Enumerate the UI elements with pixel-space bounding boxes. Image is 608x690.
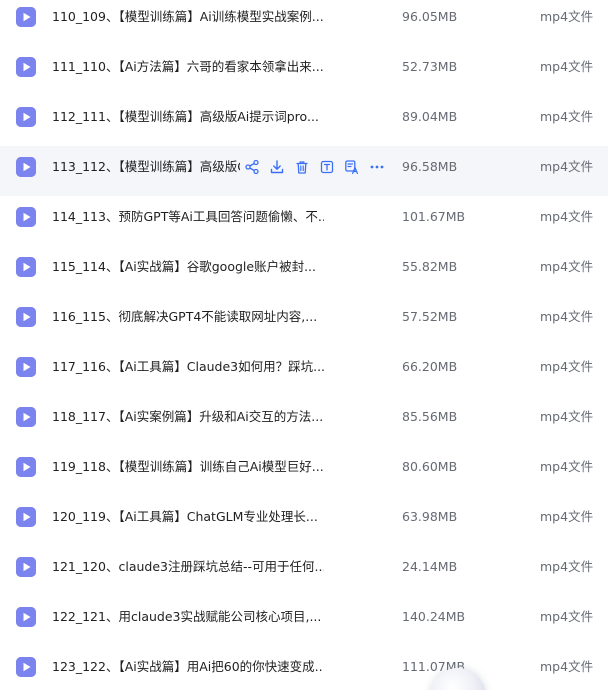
- video-file-icon: [16, 457, 36, 477]
- video-file-icon: [16, 357, 36, 377]
- file-type: mp4文件: [540, 559, 594, 574]
- file-list: 110_109、【模型训练篇】Ai训练模型实战案例... 96.05MB mp4文件…: [0, 0, 608, 690]
- video-file-icon: [16, 57, 36, 77]
- video-file-icon: [16, 507, 36, 527]
- video-file-icon: [16, 307, 36, 327]
- file-row[interactable]: 113_112、【模型训练篇】高级版G 96.58MB mp4文件: [0, 146, 608, 196]
- more-icon[interactable]: [369, 159, 385, 175]
- file-size: 55.82MB: [402, 259, 458, 274]
- video-file-icon: [16, 407, 36, 427]
- file-type: mp4文件: [540, 259, 594, 274]
- file-row[interactable]: 111_110、【Ai方法篇】六哥的看家本领拿出来... 52.73MB mp4文件: [0, 46, 608, 96]
- file-type: mp4文件: [540, 609, 594, 624]
- file-type: mp4文件: [540, 109, 594, 124]
- file-name[interactable]: 114_113、预防GPT等Ai工具回答问题偷懒、不...: [52, 208, 324, 226]
- file-size: 96.58MB: [402, 159, 458, 174]
- file-type: mp4文件: [540, 9, 594, 24]
- file-row[interactable]: 117_116、【Ai工具篇】Claude3如何用？踩坑... 66.20MB mp…: [0, 346, 608, 396]
- file-name[interactable]: 116_115、彻底解决GPT4不能读取网址内容,...: [52, 308, 324, 326]
- file-name[interactable]: 118_117、【Ai实案例篇】升级和Ai交互的方法...: [52, 408, 324, 426]
- video-file-icon: [16, 657, 36, 677]
- file-size: 101.67MB: [402, 209, 466, 224]
- share-icon[interactable]: [244, 159, 260, 175]
- ai-translate-icon[interactable]: [344, 159, 360, 175]
- download-icon[interactable]: [269, 159, 285, 175]
- file-type: mp4文件: [540, 209, 594, 224]
- file-type: mp4文件: [540, 659, 594, 674]
- video-file-icon: [16, 157, 36, 177]
- video-file-icon: [16, 257, 36, 277]
- video-file-icon: [16, 107, 36, 127]
- file-name[interactable]: 120_119、【Ai工具篇】ChatGLM专业处理长...: [52, 508, 324, 526]
- file-size: 24.14MB: [402, 559, 458, 574]
- file-row[interactable]: 119_118、【模型训练篇】训练自己Ai模型巨好... 80.60MB mp4文件: [0, 446, 608, 496]
- file-name[interactable]: 122_121、用claude3实战赋能公司核心项目,...: [52, 608, 324, 626]
- file-name[interactable]: 117_116、【Ai工具篇】Claude3如何用？踩坑...: [52, 358, 324, 376]
- file-row[interactable]: 115_114、【Ai实战篇】谷歌google账户被封... 55.82MB mp4…: [0, 246, 608, 296]
- file-name[interactable]: 111_110、【Ai方法篇】六哥的看家本领拿出来...: [52, 58, 324, 76]
- delete-icon[interactable]: [294, 159, 310, 175]
- file-row[interactable]: 112_111、【模型训练篇】高级版Ai提示词pro... 89.04MB mp4文…: [0, 96, 608, 146]
- file-size: 57.52MB: [402, 309, 458, 324]
- file-row[interactable]: 120_119、【Ai工具篇】ChatGLM专业处理长... 63.98MB mp4…: [0, 496, 608, 546]
- video-file-icon: [16, 557, 36, 577]
- file-name[interactable]: 115_114、【Ai实战篇】谷歌google账户被封...: [52, 258, 324, 276]
- file-name[interactable]: 113_112、【模型训练篇】高级版G: [52, 158, 240, 176]
- file-name[interactable]: 119_118、【模型训练篇】训练自己Ai模型巨好...: [52, 458, 324, 476]
- rename-icon[interactable]: [319, 159, 335, 175]
- file-row[interactable]: 110_109、【模型训练篇】Ai训练模型实战案例... 96.05MB mp4文件: [0, 0, 608, 46]
- file-size: 140.24MB: [402, 609, 466, 624]
- file-row[interactable]: 118_117、【Ai实案例篇】升级和Ai交互的方法... 85.56MB mp4文…: [0, 396, 608, 446]
- file-type: mp4文件: [540, 459, 594, 474]
- file-size: 85.56MB: [402, 409, 458, 424]
- file-type: mp4文件: [540, 409, 594, 424]
- file-size: 52.73MB: [402, 59, 458, 74]
- video-file-icon: [16, 607, 36, 627]
- file-name[interactable]: 110_109、【模型训练篇】Ai训练模型实战案例...: [52, 8, 324, 26]
- file-size: 63.98MB: [402, 509, 458, 524]
- file-name[interactable]: 112_111、【模型训练篇】高级版Ai提示词pro...: [52, 108, 324, 126]
- file-type: mp4文件: [540, 359, 594, 374]
- file-type: mp4文件: [540, 309, 594, 324]
- video-file-icon: [16, 7, 36, 27]
- file-name[interactable]: 123_122、【Ai实战篇】用Ai把60的你快速变成...: [52, 658, 324, 676]
- file-size: 66.20MB: [402, 359, 458, 374]
- file-type: mp4文件: [540, 509, 594, 524]
- file-size: 96.05MB: [402, 9, 458, 24]
- file-row[interactable]: 123_122、【Ai实战篇】用Ai把60的你快速变成... 111.07MB mp…: [0, 646, 608, 690]
- file-size: 80.60MB: [402, 459, 458, 474]
- file-row[interactable]: 114_113、预防GPT等Ai工具回答问题偷懒、不... 101.67MB mp4…: [0, 196, 608, 246]
- file-row[interactable]: 121_120、claude3注册踩坑总结--可用于任何... 24.14MB mp…: [0, 546, 608, 596]
- file-row[interactable]: 116_115、彻底解决GPT4不能读取网址内容,... 57.52MB mp4文件: [0, 296, 608, 346]
- file-type: mp4文件: [540, 159, 594, 174]
- file-row[interactable]: 122_121、用claude3实战赋能公司核心项目,... 140.24MB mp…: [0, 596, 608, 646]
- file-name[interactable]: 121_120、claude3注册踩坑总结--可用于任何...: [52, 558, 324, 576]
- video-file-icon: [16, 207, 36, 227]
- file-size: 89.04MB: [402, 109, 458, 124]
- file-type: mp4文件: [540, 59, 594, 74]
